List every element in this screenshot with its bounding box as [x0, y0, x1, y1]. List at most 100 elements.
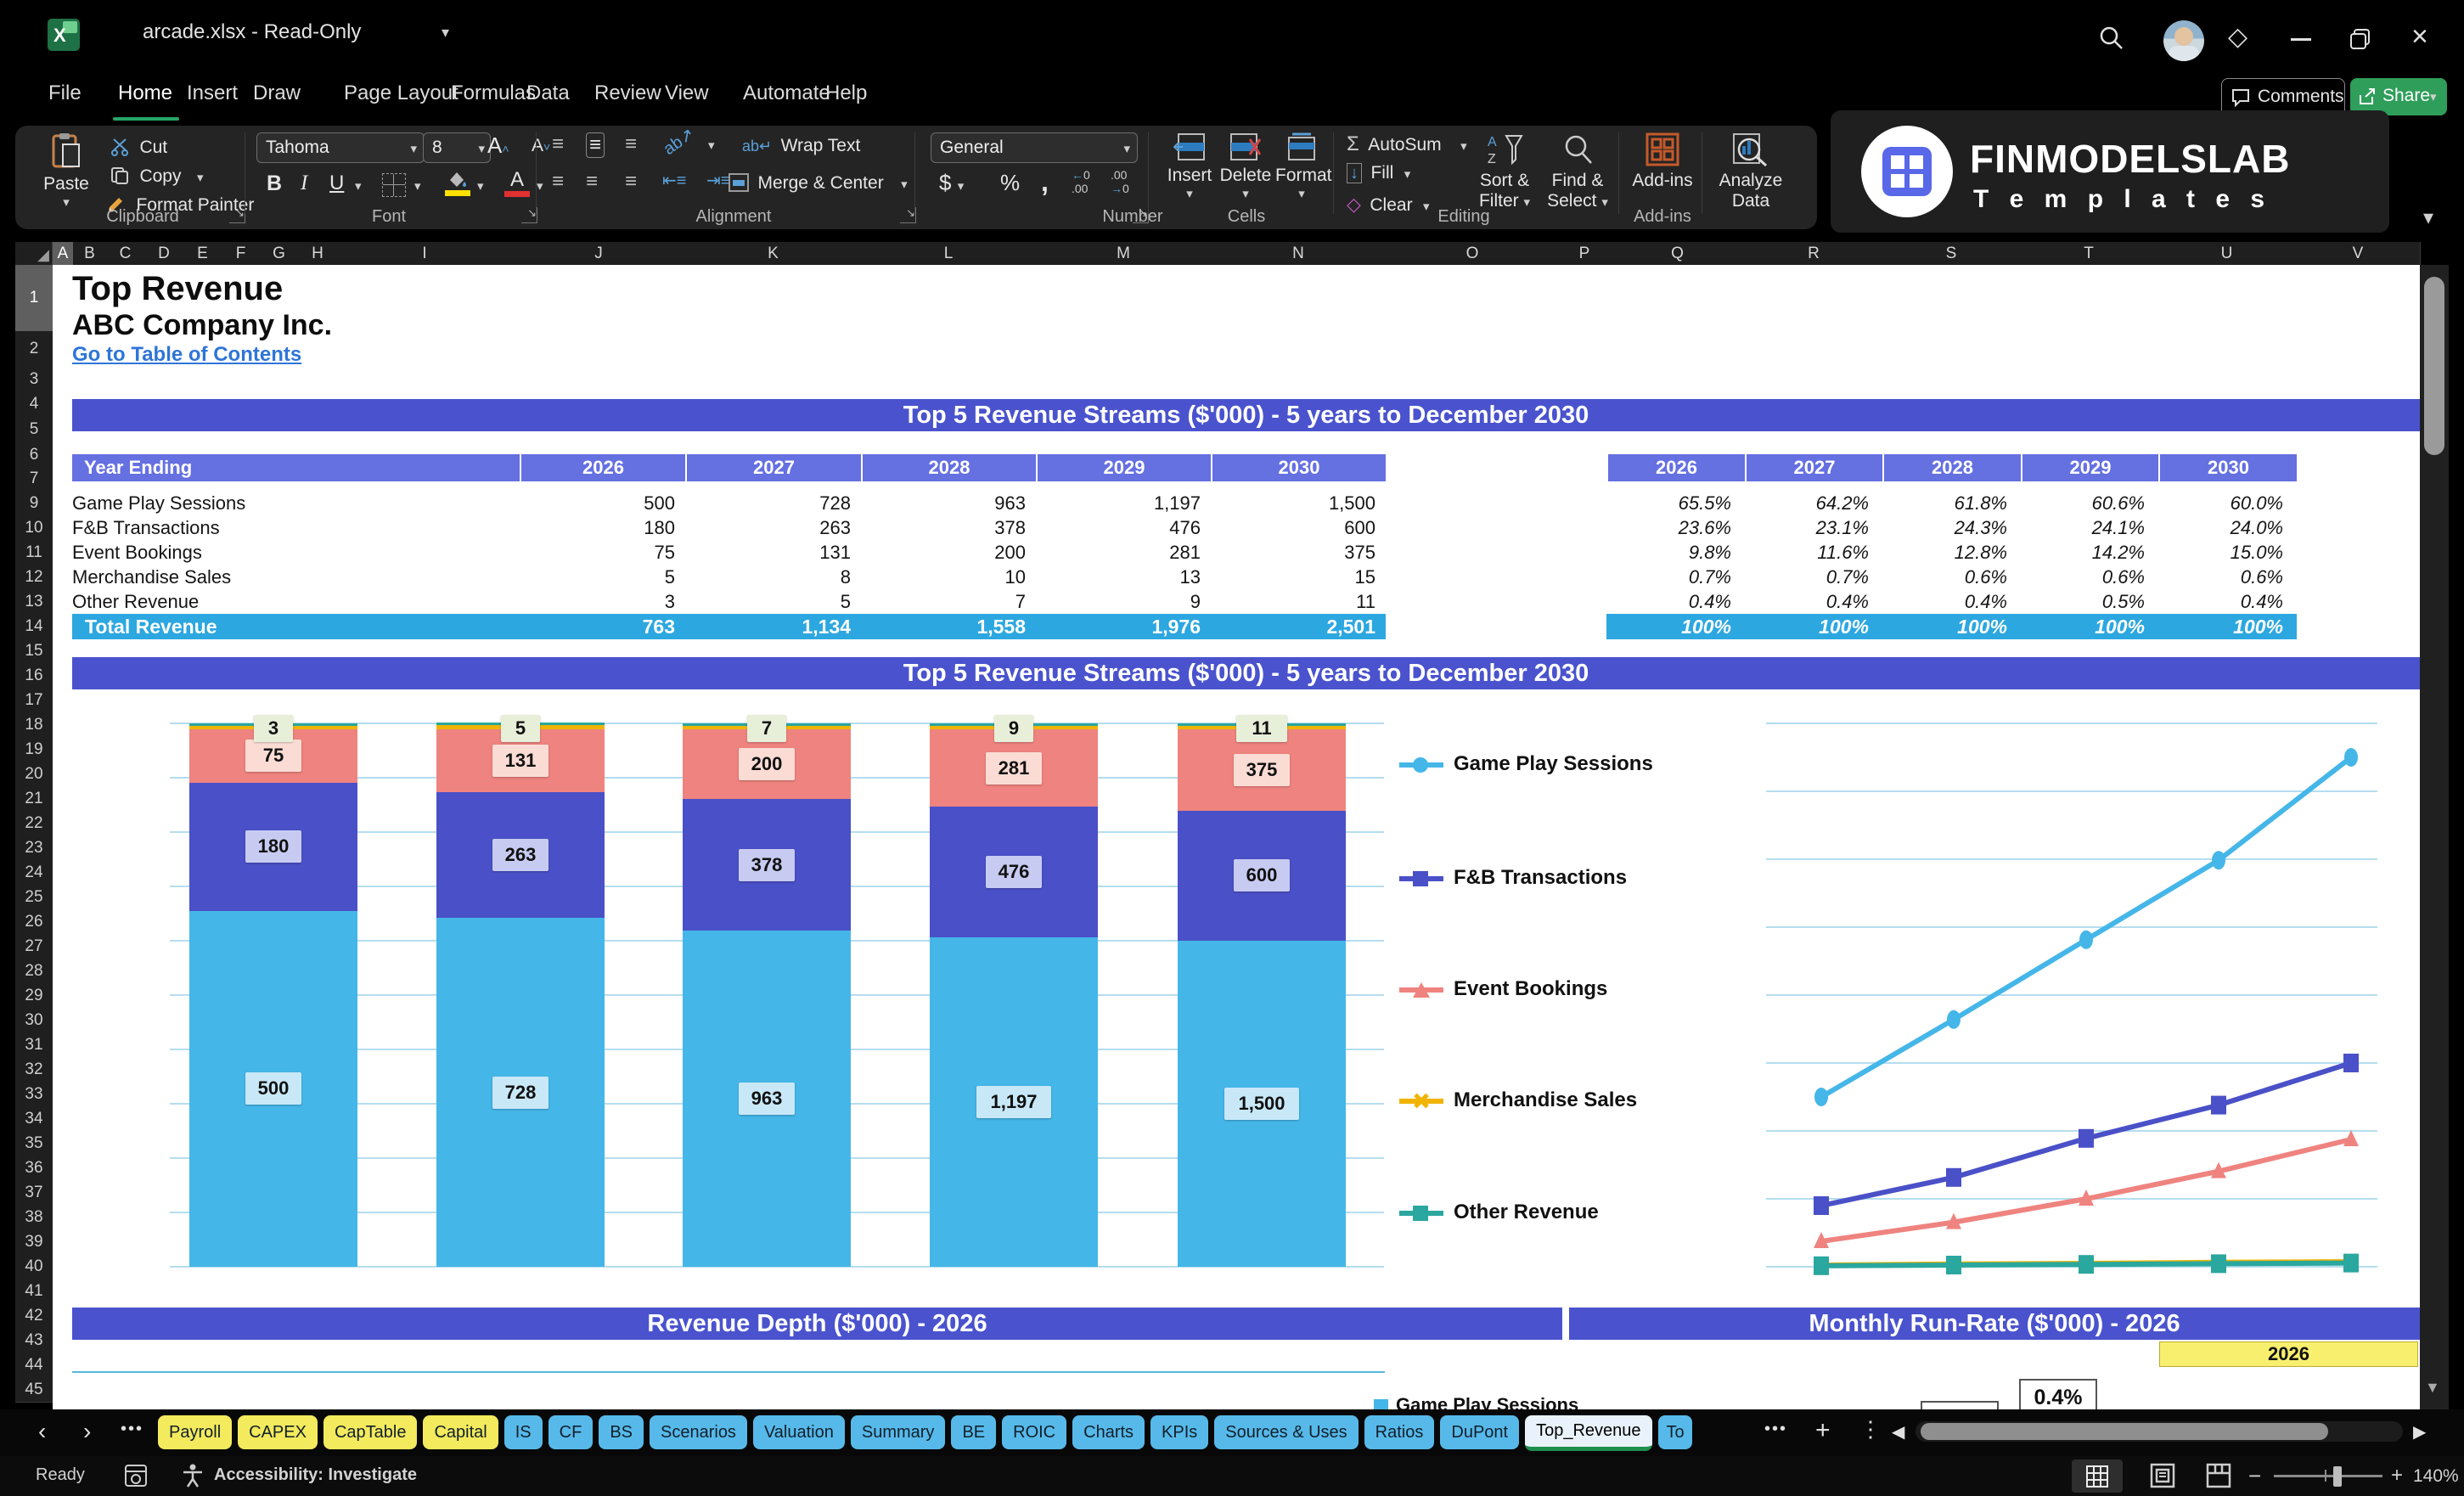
- accessibility-status[interactable]: Accessibility: Investigate: [214, 1465, 417, 1485]
- row-header-24[interactable]: 24: [15, 860, 53, 886]
- column-header-U[interactable]: U: [2157, 242, 2297, 265]
- hscroll-track[interactable]: [1916, 1421, 2403, 1442]
- comma-style-button[interactable]: ,: [1041, 166, 1049, 198]
- sheet-tab-captable[interactable]: CapTable: [323, 1415, 418, 1449]
- hscroll-right-arrow[interactable]: ▶: [2413, 1421, 2426, 1443]
- column-header-S[interactable]: S: [1882, 242, 2021, 265]
- font-name-select[interactable]: Tahoma ▾: [256, 132, 425, 163]
- menu-tab-insert[interactable]: Insert: [187, 82, 238, 105]
- select-all-corner[interactable]: ◢: [15, 242, 53, 265]
- number-format-select[interactable]: General ▾: [931, 132, 1138, 163]
- column-header-J[interactable]: J: [512, 242, 686, 265]
- sheet-tab-capex[interactable]: CAPEX: [238, 1415, 318, 1449]
- view-normal-button[interactable]: [2072, 1459, 2123, 1493]
- fill-color-button[interactable]: [445, 170, 470, 197]
- vscroll-down-arrow[interactable]: ▼: [2425, 1379, 2440, 1397]
- decrease-indent-button[interactable]: ⇤≡: [662, 170, 686, 191]
- menu-tab-view[interactable]: View: [665, 82, 709, 105]
- column-header-B[interactable]: B: [73, 242, 107, 265]
- column-header-R[interactable]: R: [1745, 242, 1883, 265]
- menu-tab-file[interactable]: File: [48, 82, 82, 105]
- row-header-16[interactable]: 16: [15, 663, 53, 689]
- sheet-tab-payroll[interactable]: Payroll: [158, 1415, 232, 1449]
- column-header-D[interactable]: D: [144, 242, 184, 265]
- menu-tab-review[interactable]: Review: [594, 82, 661, 105]
- row-header-5[interactable]: 5: [15, 416, 53, 444]
- sheet-tab-be[interactable]: BE: [951, 1415, 996, 1449]
- align-top-button[interactable]: ≡: [552, 132, 564, 156]
- column-header-G[interactable]: G: [260, 242, 299, 265]
- column-header-Q[interactable]: Q: [1610, 242, 1746, 265]
- row-header-14[interactable]: 14: [15, 614, 53, 639]
- new-sheet-button[interactable]: +: [1815, 1416, 1831, 1445]
- hscroll-thumb[interactable]: [1921, 1423, 2328, 1440]
- row-header-22[interactable]: 22: [15, 811, 53, 836]
- italic-button[interactable]: I: [301, 172, 307, 195]
- menu-tab-formulas[interactable]: Formulas: [451, 82, 536, 105]
- title-dropdown-icon[interactable]: ▾: [442, 24, 449, 42]
- row-header-3[interactable]: 3: [15, 367, 53, 393]
- row-header-19[interactable]: 19: [15, 737, 53, 762]
- underline-dropdown-icon[interactable]: ▾: [355, 178, 362, 194]
- column-header-I[interactable]: I: [337, 242, 513, 265]
- row-header-29[interactable]: 29: [15, 983, 53, 1009]
- row-header-34[interactable]: 34: [15, 1106, 53, 1132]
- sheet-tab-is[interactable]: IS: [504, 1415, 543, 1449]
- addins-button[interactable]: Add-ins: [1629, 132, 1696, 191]
- row-header-23[interactable]: 23: [15, 835, 53, 861]
- sheet-tab-sources-uses[interactable]: Sources & Uses: [1214, 1415, 1358, 1449]
- row-header-36[interactable]: 36: [15, 1156, 53, 1181]
- menu-tab-automate[interactable]: Automate: [743, 82, 830, 105]
- align-center-button[interactable]: ≡: [586, 170, 598, 194]
- row-header-18[interactable]: 18: [15, 712, 53, 738]
- font-color-dropdown-icon[interactable]: ▾: [537, 178, 543, 194]
- font-color-button[interactable]: A: [504, 168, 530, 197]
- tab-scroll-left[interactable]: ‹: [38, 1418, 46, 1445]
- borders-button[interactable]: [382, 173, 406, 197]
- row-header-45[interactable]: 45: [15, 1377, 53, 1403]
- row-header-32[interactable]: 32: [15, 1057, 53, 1083]
- zoom-in-button[interactable]: +: [2391, 1464, 2403, 1488]
- underline-button[interactable]: U: [329, 172, 344, 195]
- orientation-dropdown-icon[interactable]: ▾: [708, 138, 715, 153]
- borders-dropdown-icon[interactable]: ▾: [414, 178, 421, 194]
- row-header-42[interactable]: 42: [15, 1303, 53, 1329]
- column-header-O[interactable]: O: [1386, 242, 1560, 265]
- row-header-33[interactable]: 33: [15, 1082, 53, 1107]
- autosum-button[interactable]: Σ AutoSum ▾: [1347, 132, 1467, 156]
- view-page-layout-icon[interactable]: [2150, 1463, 2175, 1488]
- insert-cells-button[interactable]: Insert ▾: [1163, 132, 1216, 201]
- column-header-V[interactable]: V: [2296, 242, 2421, 265]
- column-header-T[interactable]: T: [2020, 242, 2158, 265]
- row-header-31[interactable]: 31: [15, 1032, 53, 1058]
- clipboard-dialog-launcher[interactable]: ↘: [229, 207, 245, 223]
- paste-button[interactable]: Paste ▾: [34, 132, 98, 212]
- collapse-ribbon-icon[interactable]: ▾: [2423, 205, 2433, 230]
- format-cells-button[interactable]: Format ▾: [1275, 132, 1328, 201]
- sheet-tab-top-revenue[interactable]: Top_Revenue: [1525, 1415, 1651, 1451]
- row-header-30[interactable]: 30: [15, 1008, 53, 1033]
- column-header-C[interactable]: C: [106, 242, 145, 265]
- row-header-25[interactable]: 25: [15, 885, 53, 910]
- row-header-37[interactable]: 37: [15, 1180, 53, 1206]
- cut-button[interactable]: Cut: [110, 138, 167, 160]
- column-header-F[interactable]: F: [222, 242, 261, 265]
- runrate-year-cell[interactable]: 2026: [2159, 1341, 2418, 1367]
- zoom-slider-thumb[interactable]: [2333, 1466, 2342, 1487]
- row-header-40[interactable]: 40: [15, 1254, 53, 1279]
- row-header-4[interactable]: 4: [15, 392, 53, 417]
- accessibility-icon[interactable]: [180, 1463, 205, 1488]
- font-size-select[interactable]: 8 ▾: [423, 132, 491, 163]
- sheet-tab-roic[interactable]: ROIC: [1002, 1415, 1066, 1449]
- row-header-26[interactable]: 26: [15, 909, 53, 935]
- minimize-button[interactable]: [2291, 38, 2311, 41]
- orientation-button[interactable]: ab↗: [659, 123, 698, 160]
- column-header-K[interactable]: K: [685, 242, 862, 265]
- copy-button[interactable]: Copy ▾: [110, 166, 203, 188]
- menu-tab-home[interactable]: Home: [118, 82, 172, 105]
- grow-font-button[interactable]: A˄: [487, 132, 509, 159]
- fill-button[interactable]: ↓ Fill ▾: [1347, 163, 1410, 183]
- menu-tab-page-layout[interactable]: Page Layout: [344, 82, 458, 105]
- row-header-41[interactable]: 41: [15, 1279, 53, 1304]
- document-title[interactable]: arcade.xlsx - Read-Only: [143, 20, 361, 44]
